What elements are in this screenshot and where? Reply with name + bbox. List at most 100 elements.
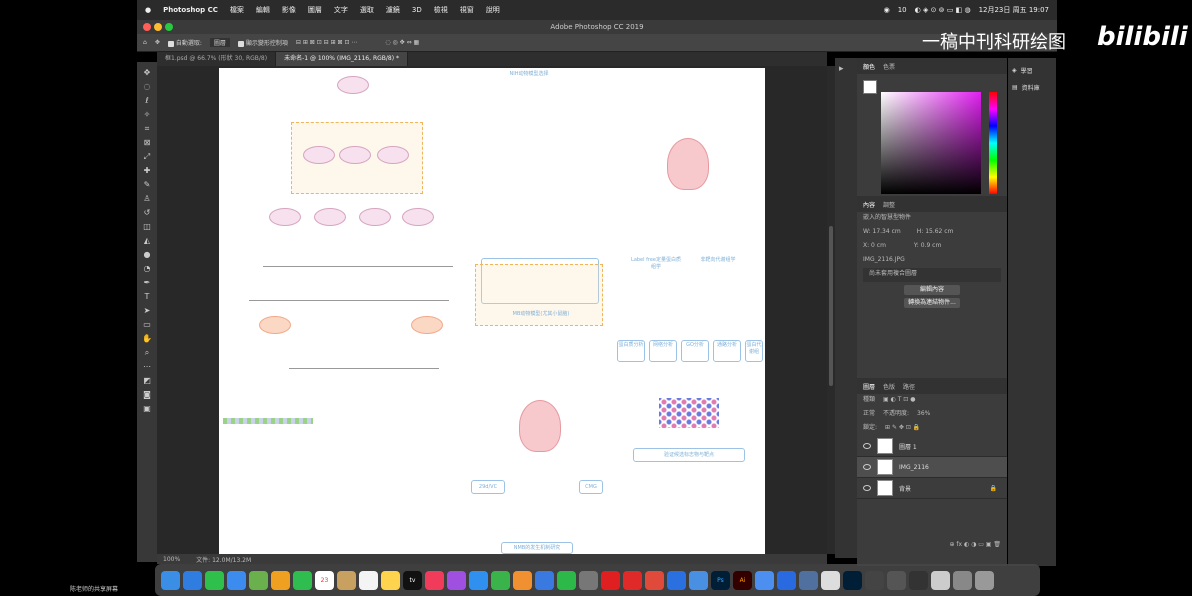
reminders-icon[interactable] — [359, 570, 378, 590]
healing-brush-icon[interactable]: ✚ — [141, 166, 153, 176]
zoom-tool-icon[interactable]: ⌕ — [141, 348, 153, 358]
feishu-icon[interactable] — [667, 570, 686, 590]
messages-icon[interactable] — [205, 570, 224, 590]
trash-icon[interactable] — [975, 570, 994, 590]
acrobat-icon[interactable] — [601, 570, 620, 590]
appstore-icon[interactable] — [469, 570, 488, 590]
hand-tool-icon[interactable]: ✋ — [141, 334, 153, 344]
brush-tool-icon[interactable]: ✎ — [141, 180, 153, 190]
magic-wand-icon[interactable]: ✧ — [141, 110, 153, 120]
baidu-netdisk-icon[interactable] — [755, 570, 774, 590]
document-canvas[interactable]: NIH动物模型选择 MB动物模型(尤其小鼠脑) 29d/VC CMG NMB的发… — [219, 68, 765, 555]
lock-icons[interactable]: ⊞ ✎ ✥ ⊡ 🔒 — [885, 424, 920, 434]
tab-channels[interactable]: 色版 — [883, 382, 895, 391]
tab-layers[interactable]: 圖層 — [863, 382, 875, 391]
downloads-icon[interactable] — [953, 570, 972, 590]
illustrator-icon[interactable]: Ai — [733, 570, 752, 590]
y-field[interactable]: Y: 0.9 cm — [914, 242, 941, 252]
wps-icon[interactable] — [645, 570, 664, 590]
mail-icon[interactable] — [227, 570, 246, 590]
eyedropper-icon[interactable]: ⤢ — [141, 152, 153, 162]
word-icon[interactable] — [689, 570, 708, 590]
netease-icon[interactable] — [623, 570, 642, 590]
move-tool-icon[interactable]: ✥ — [155, 39, 160, 46]
tab-swatches[interactable]: 色票 — [883, 62, 895, 71]
tab-doc-2[interactable]: 未命名-1 @ 100% (IMG_2116, RGB/8) * — [276, 52, 408, 66]
dodge-tool-icon[interactable]: ◔ — [141, 264, 153, 274]
music-icon[interactable] — [425, 570, 444, 590]
path-select-icon[interactable]: ➤ — [141, 306, 153, 316]
vertical-scrollbar[interactable] — [827, 66, 835, 554]
layer-row-1[interactable]: 圖層 1 — [857, 436, 1007, 457]
filter-icons[interactable]: ▣ ◐ T ⊡ ● — [883, 396, 915, 406]
height-field[interactable]: H: 15.62 cm — [917, 228, 954, 238]
x-field[interactable]: X: 0 cm — [863, 242, 886, 252]
3d-mode-icons[interactable]: ◌ ◎ ✥ ⇔ ▦ — [385, 39, 419, 46]
tab-doc-1[interactable]: 框1.psd @ 66.7% (形狀 30, RGB/8) — [157, 52, 277, 66]
type-tool-icon[interactable]: T — [141, 292, 153, 302]
finder-icon[interactable] — [161, 570, 180, 590]
eraser-tool-icon[interactable]: ◫ — [141, 222, 153, 232]
maps-icon[interactable] — [249, 570, 268, 590]
document-icon[interactable] — [821, 570, 840, 590]
color-field[interactable] — [881, 92, 981, 194]
auto-select-dropdown[interactable]: 圖層 — [209, 38, 230, 47]
recent-file-icon[interactable] — [887, 570, 906, 590]
zoom-button[interactable] — [165, 23, 173, 31]
visibility-eye-icon[interactable] — [863, 443, 871, 449]
opacity-field[interactable]: 36% — [917, 410, 930, 420]
menu-layer[interactable]: 圖層 — [308, 5, 322, 15]
width-field[interactable]: W: 17.34 cm — [863, 228, 901, 238]
menu-select[interactable]: 選取 — [360, 5, 374, 15]
convert-to-linked-button[interactable]: 轉換為連結物件... — [904, 298, 960, 308]
layer-actions[interactable]: ⊕ fx ◐ ◑ ▭ ▣ 🗑 — [857, 539, 1007, 553]
status-icons[interactable]: ◐ ◈ ⊙ ⊚ ▭ ◧ ◍ — [915, 6, 971, 14]
minimize-button[interactable] — [154, 23, 162, 31]
visibility-eye-icon[interactable] — [863, 464, 871, 470]
auto-select-checkbox[interactable]: 自動選取: — [167, 38, 202, 47]
apple-icon[interactable]: ● — [145, 6, 151, 14]
more-tools-icon[interactable]: ⋯ — [141, 362, 153, 372]
facetime-icon[interactable] — [293, 570, 312, 590]
kind-filter[interactable]: 種類 — [863, 396, 875, 406]
screen-mode-icon[interactable]: ▣ — [141, 404, 153, 414]
color-swatches-icon[interactable]: ◩ — [141, 376, 153, 386]
foreground-swatch[interactable] — [863, 80, 877, 94]
tab-adjustments[interactable]: 調整 — [883, 200, 895, 209]
photoshop-icon[interactable]: Ps — [711, 570, 730, 590]
contacts-icon[interactable] — [337, 570, 356, 590]
photoshop-doc-icon[interactable] — [843, 570, 862, 590]
tab-properties[interactable]: 內容 — [863, 200, 875, 209]
recent-file-icon[interactable] — [865, 570, 884, 590]
recent-file-icon[interactable] — [909, 570, 928, 590]
wechat-icon[interactable]: ◉ — [884, 6, 890, 14]
frame-tool-icon[interactable]: ⊠ — [141, 138, 153, 148]
stamp-tool-icon[interactable]: ♙ — [141, 194, 153, 204]
history-icon[interactable]: ▸ — [839, 64, 853, 74]
tab-color[interactable]: 顏色 — [863, 62, 875, 71]
crop-tool-icon[interactable]: ⌗ — [141, 124, 153, 134]
align-icons[interactable]: ⊟ ⊞ ⊠ ⊡ ⊟ ⊞ ⊠ ⊡ ⋯ — [296, 39, 357, 46]
edit-contents-button[interactable]: 編輯內容 — [904, 285, 960, 295]
menu-view[interactable]: 檢視 — [434, 5, 448, 15]
wechat-dock-icon[interactable] — [557, 570, 576, 590]
zoom-level[interactable]: 100% — [163, 556, 180, 563]
bucket-tool-icon[interactable]: ◭ — [141, 236, 153, 246]
menu-window[interactable]: 視窗 — [460, 5, 474, 15]
layer-row-2[interactable]: IMG_2116 — [857, 457, 1007, 478]
settings-icon[interactable] — [579, 570, 598, 590]
tab-paths[interactable]: 路徑 — [903, 382, 915, 391]
visibility-eye-icon[interactable] — [863, 485, 871, 491]
close-button[interactable] — [143, 23, 151, 31]
libraries-item[interactable]: ▤ 資料庫 — [1012, 83, 1052, 92]
menu-file[interactable]: 檔案 — [230, 5, 244, 15]
calendar-icon[interactable]: 23 — [315, 570, 334, 590]
move-tool-icon[interactable]: ✥ — [141, 68, 153, 78]
menu-help[interactable]: 說明 — [486, 5, 500, 15]
lasso-tool-icon[interactable]: ℓ — [141, 96, 153, 106]
learn-item[interactable]: ◈ 學習 — [1012, 66, 1052, 75]
appletv-icon[interactable]: tv — [403, 570, 422, 590]
quick-mask-icon[interactable]: ◙ — [141, 390, 153, 400]
hue-slider[interactable] — [989, 92, 997, 194]
blur-tool-icon[interactable]: ● — [141, 250, 153, 260]
